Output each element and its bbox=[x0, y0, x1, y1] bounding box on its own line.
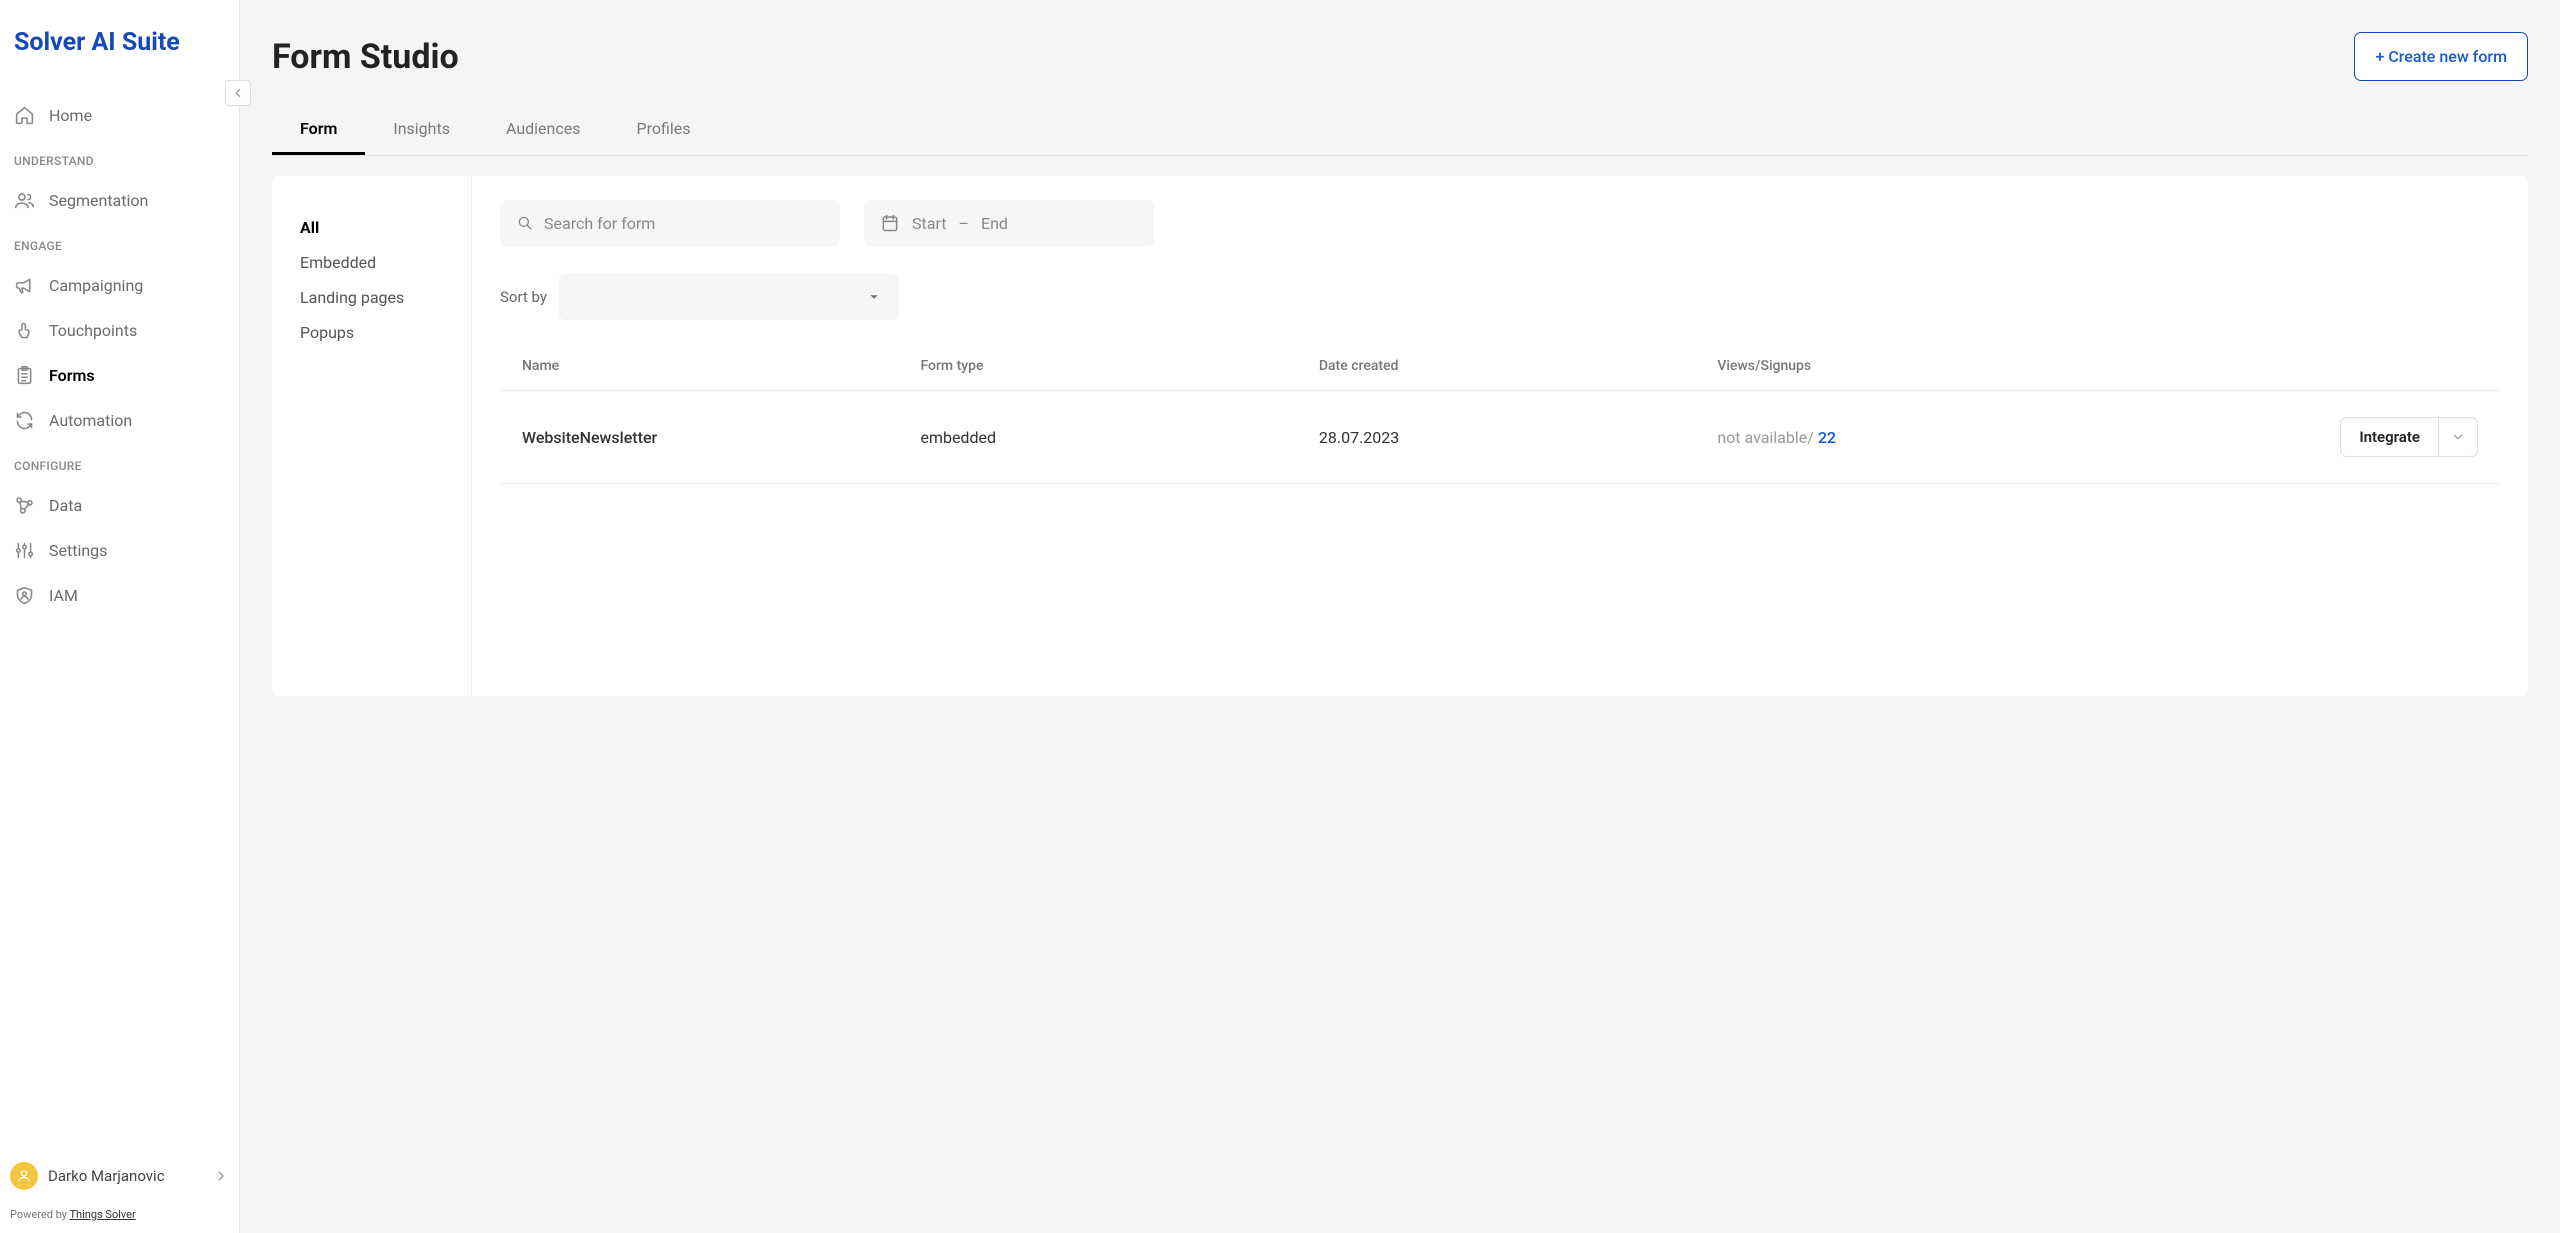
sort-row: Sort by bbox=[500, 274, 2500, 320]
main-header: Form Studio + Create new form bbox=[272, 32, 2528, 81]
sidebar-item-home[interactable]: Home bbox=[0, 93, 239, 138]
main-content: Form Studio + Create new form Form Insig… bbox=[240, 0, 2560, 1233]
filter-popups[interactable]: Popups bbox=[300, 315, 443, 350]
content-card: All Embedded Landing pages Popups Start … bbox=[272, 176, 2528, 696]
th-date: Date created bbox=[1319, 358, 1717, 374]
sidebar-item-touchpoints[interactable]: Touchpoints bbox=[0, 308, 239, 353]
th-type: Form type bbox=[920, 358, 1318, 374]
tab-audiences[interactable]: Audiences bbox=[478, 105, 609, 155]
tab-form[interactable]: Form bbox=[272, 105, 365, 155]
filter-embedded[interactable]: Embedded bbox=[300, 245, 443, 280]
date-end: End bbox=[981, 214, 1008, 233]
sidebar: Solver AI Suite Home UNDERSTAND Segmenta… bbox=[0, 0, 240, 1233]
th-views: Views/Signups bbox=[1717, 358, 2152, 374]
sort-label: Sort by bbox=[500, 288, 547, 306]
megaphone-icon bbox=[14, 275, 35, 296]
sidebar-item-label: IAM bbox=[49, 586, 78, 605]
sidebar-item-label: Forms bbox=[49, 366, 95, 385]
sidebar-item-data[interactable]: Data bbox=[0, 483, 239, 528]
calendar-icon bbox=[880, 213, 900, 233]
powered-link[interactable]: Things Solver bbox=[69, 1208, 135, 1221]
sidebar-item-label: Campaigning bbox=[49, 276, 143, 295]
touch-icon bbox=[14, 320, 35, 341]
sidebar-item-label: Touchpoints bbox=[49, 321, 137, 340]
sort-select[interactable] bbox=[559, 274, 899, 320]
clipboard-icon bbox=[14, 365, 35, 386]
integrate-button[interactable]: Integrate bbox=[2340, 417, 2478, 457]
section-configure: CONFIGURE bbox=[0, 443, 239, 483]
filter-sidebar: All Embedded Landing pages Popups bbox=[272, 176, 472, 696]
sliders-icon bbox=[14, 540, 35, 561]
controls-row: Start – End bbox=[500, 200, 2500, 246]
chevron-down-icon bbox=[867, 290, 881, 304]
app-logo: Solver AI Suite bbox=[0, 0, 239, 85]
cell-date: 28.07.2023 bbox=[1319, 428, 1717, 447]
sidebar-nav: Home UNDERSTAND Segmentation ENGAGE Camp… bbox=[0, 85, 239, 1152]
sidebar-item-label: Automation bbox=[49, 411, 132, 430]
integrate-dropdown[interactable] bbox=[2438, 418, 2477, 456]
nodes-icon bbox=[14, 495, 35, 516]
shield-icon bbox=[14, 585, 35, 606]
sidebar-item-campaigning[interactable]: Campaigning bbox=[0, 263, 239, 308]
sidebar-item-label: Home bbox=[49, 106, 92, 125]
sidebar-item-forms[interactable]: Forms bbox=[0, 353, 239, 398]
content-column: Start – End Sort by Name Form type Date … bbox=[472, 176, 2528, 696]
create-form-button[interactable]: + Create new form bbox=[2354, 32, 2528, 81]
user-name: Darko Marjanovic bbox=[48, 1167, 203, 1185]
section-understand: UNDERSTAND bbox=[0, 138, 239, 178]
search-icon bbox=[516, 214, 534, 232]
user-menu[interactable]: Darko Marjanovic bbox=[0, 1152, 239, 1200]
tab-insights[interactable]: Insights bbox=[365, 105, 478, 155]
powered-by: Powered by Things Solver bbox=[0, 1200, 239, 1233]
filter-landing[interactable]: Landing pages bbox=[300, 280, 443, 315]
integrate-label: Integrate bbox=[2341, 418, 2438, 456]
arrow-left-icon bbox=[231, 86, 245, 100]
filter-all[interactable]: All bbox=[300, 210, 443, 245]
tab-profiles[interactable]: Profiles bbox=[609, 105, 719, 155]
date-separator: – bbox=[958, 214, 969, 233]
th-name: Name bbox=[522, 358, 920, 374]
section-engage: ENGAGE bbox=[0, 223, 239, 263]
table-row: WebsiteNewsletter embedded 28.07.2023 no… bbox=[500, 390, 2500, 484]
cell-name: WebsiteNewsletter bbox=[522, 428, 920, 447]
date-start: Start bbox=[912, 214, 946, 233]
date-range-picker[interactable]: Start – End bbox=[864, 200, 1154, 246]
home-icon bbox=[14, 105, 35, 126]
sidebar-item-segmentation[interactable]: Segmentation bbox=[0, 178, 239, 223]
page-title: Form Studio bbox=[272, 37, 459, 77]
refresh-icon bbox=[14, 410, 35, 431]
sidebar-item-settings[interactable]: Settings bbox=[0, 528, 239, 573]
search-input[interactable] bbox=[544, 214, 824, 233]
tabs: Form Insights Audiences Profiles bbox=[272, 105, 2528, 156]
cell-type: embedded bbox=[920, 428, 1318, 447]
sidebar-item-label: Settings bbox=[49, 541, 107, 560]
sidebar-item-iam[interactable]: IAM bbox=[0, 573, 239, 618]
sidebar-item-automation[interactable]: Automation bbox=[0, 398, 239, 443]
users-icon bbox=[14, 190, 35, 211]
chevron-right-icon bbox=[213, 1168, 229, 1184]
sidebar-item-label: Data bbox=[49, 496, 82, 515]
sidebar-collapse-button[interactable] bbox=[225, 80, 251, 106]
chevron-down-icon bbox=[2451, 430, 2465, 444]
cell-views: not available/ 22 bbox=[1717, 428, 2152, 447]
search-box[interactable] bbox=[500, 200, 840, 246]
avatar bbox=[10, 1162, 38, 1190]
sidebar-item-label: Segmentation bbox=[49, 191, 148, 210]
user-icon bbox=[16, 1168, 32, 1184]
table-header: Name Form type Date created Views/Signup… bbox=[500, 342, 2500, 390]
